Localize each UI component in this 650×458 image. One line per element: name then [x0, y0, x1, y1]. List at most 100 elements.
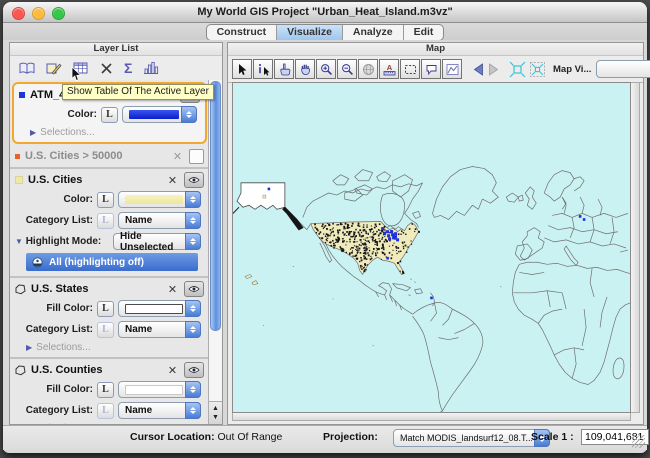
ireland-outline	[517, 194, 524, 202]
map-canvas[interactable]	[232, 82, 631, 413]
identify-tool-button[interactable]	[253, 59, 273, 79]
zoom-extent-button[interactable]	[507, 61, 527, 78]
category-list-label: Category List:	[25, 405, 93, 416]
title-bar: My World GIS Project "Urban_Heat_Island.…	[3, 2, 647, 23]
legend-button-disabled[interactable]: L	[97, 402, 114, 419]
highlight-all-row[interactable]: All (highlighting off)	[26, 253, 198, 271]
layer-block-states: U.S. States ✕ Fill Color: L Category Lis…	[10, 278, 209, 359]
disclosure-down-icon[interactable]: ▼	[15, 237, 23, 246]
layer-name[interactable]: U.S. States	[31, 283, 161, 295]
projection-dropdown[interactable]: Match MODIS_landsurf12_08.T...	[393, 429, 550, 447]
point-hand-icon	[279, 63, 290, 75]
globe-tool-button[interactable]	[358, 59, 378, 79]
disclosure-right-icon: ▶	[26, 343, 33, 352]
tab-visualize[interactable]: Visualize	[277, 24, 343, 40]
back-icon	[473, 62, 483, 76]
resize-grip[interactable]	[632, 435, 645, 448]
alaska	[236, 182, 286, 210]
category-dropdown[interactable]: Name	[118, 321, 201, 338]
layer-name[interactable]: U.S. Counties	[31, 364, 161, 376]
layer-bullet	[15, 153, 20, 159]
scale-label: Scale 1 :	[531, 431, 574, 443]
scroll-up-icon[interactable]: ▲	[212, 404, 219, 413]
edit-layer-icon[interactable]	[46, 61, 62, 75]
selections-disclosure[interactable]: ▶ Selections...	[13, 340, 206, 355]
category-list-label: Category List:	[25, 324, 93, 335]
layer-name[interactable]: U.S. Cities	[28, 174, 161, 186]
tab-analyze[interactable]: Analyze	[343, 24, 404, 40]
color-swatch	[125, 384, 183, 395]
selections-disclosure[interactable]: ▶ Selections...	[13, 421, 206, 424]
select-tool-button[interactable]	[232, 59, 252, 79]
zoom-in-icon	[320, 63, 332, 75]
scrollbar-thumb[interactable]	[210, 81, 221, 331]
zoom-in-tool-button[interactable]	[316, 59, 336, 79]
stepper-icon	[185, 402, 201, 419]
delete-layer-button[interactable]: ✕	[171, 150, 184, 163]
delete-layer-button[interactable]: ✕	[166, 283, 179, 296]
visibility-eye-button[interactable]	[184, 362, 204, 378]
legend-button-disabled[interactable]: L	[97, 321, 114, 338]
map-vertical-scrollbar[interactable]	[631, 82, 640, 413]
measure-tool-button[interactable]: A	[379, 59, 399, 79]
legend-button[interactable]: L	[101, 106, 118, 123]
zoom-window-button[interactable]	[52, 7, 65, 20]
map-horizontal-scrollbar[interactable]	[232, 413, 631, 421]
visibility-eye-button[interactable]	[184, 172, 204, 188]
stepper-icon	[185, 381, 201, 398]
map-panel-title: Map	[228, 43, 643, 56]
selections-disclosure[interactable]: ▶ Selections...	[17, 125, 202, 140]
tab-edit[interactable]: Edit	[404, 25, 444, 40]
italy-outline	[563, 245, 579, 266]
category-dropdown[interactable]: Name	[118, 402, 201, 419]
marquee-select-button[interactable]	[400, 59, 420, 79]
alaska-panhandle	[282, 206, 304, 231]
legend-button[interactable]: L	[97, 381, 114, 398]
central-america-borders	[375, 291, 402, 311]
visibility-checkbox[interactable]	[189, 148, 204, 164]
sigma-icon[interactable]: Σ	[124, 60, 132, 76]
delete-layer-button[interactable]: ✕	[166, 174, 179, 187]
map-view-dropdown[interactable]	[596, 60, 650, 78]
delete-icon[interactable]	[100, 62, 113, 75]
fill-color-dropdown[interactable]	[118, 381, 201, 398]
category-dropdown[interactable]: Name	[118, 212, 201, 229]
color-swatch	[125, 195, 183, 204]
minimize-window-button[interactable]	[32, 7, 45, 20]
scrollbar-buttons[interactable]: ▲ ▼	[209, 401, 222, 424]
layer-block-cities50k: U.S. Cities > 50000 ✕	[10, 145, 209, 169]
layer-list-scrollbar[interactable]: ▲ ▼	[208, 80, 222, 424]
map-toolbar: A Map Vi...	[228, 56, 650, 83]
delete-layer-button[interactable]: ✕	[166, 364, 179, 377]
scroll-down-icon[interactable]: ▼	[212, 413, 219, 422]
close-window-button[interactable]	[12, 7, 25, 20]
histogram-icon[interactable]	[143, 61, 159, 75]
fill-color-dropdown[interactable]	[118, 300, 201, 317]
layer-list-toolbar: Σ	[10, 56, 222, 82]
visibility-eye-button[interactable]	[184, 281, 204, 297]
aleutians	[233, 206, 240, 215]
layer-name[interactable]: U.S. Cities > 50000	[25, 150, 166, 162]
forward-button[interactable]	[486, 62, 501, 76]
main-content: Layer List Σ Show Table Of The Active La…	[3, 40, 650, 426]
legend-button[interactable]: L	[97, 300, 114, 317]
book-icon[interactable]	[19, 61, 35, 75]
legend-button-disabled[interactable]: L	[97, 212, 114, 229]
zoom-selection-button[interactable]	[527, 61, 547, 78]
fill-color-label: Fill Color:	[46, 303, 93, 314]
hispaniola	[414, 288, 423, 295]
europe-borders	[544, 196, 629, 253]
callout-tool-button[interactable]	[421, 59, 441, 79]
color-dropdown[interactable]	[118, 191, 201, 208]
back-button[interactable]	[471, 62, 486, 76]
profile-tool-button[interactable]	[442, 59, 462, 79]
color-dropdown[interactable]	[122, 106, 197, 123]
legend-button[interactable]: L	[97, 191, 114, 208]
stepper-icon	[185, 300, 201, 317]
point-tool-button[interactable]	[274, 59, 294, 79]
stepper-icon	[185, 191, 201, 208]
pan-tool-button[interactable]	[295, 59, 315, 79]
zoom-out-tool-button[interactable]	[337, 59, 357, 79]
tab-construct[interactable]: Construct	[207, 24, 278, 40]
highlight-mode-dropdown[interactable]: Hide Unselected	[113, 231, 201, 253]
